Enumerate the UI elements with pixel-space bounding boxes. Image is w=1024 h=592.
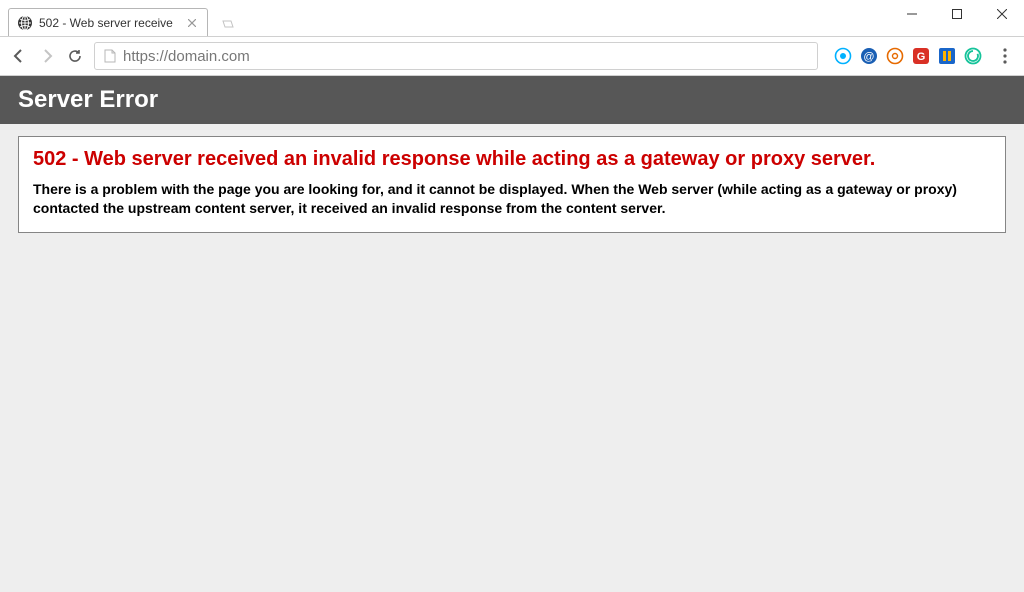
tab-active[interactable]: 502 - Web server receive — [8, 8, 208, 36]
ext-icon-6[interactable] — [964, 47, 982, 65]
svg-text:G: G — [917, 51, 926, 63]
window-minimize-button[interactable] — [889, 0, 934, 28]
globe-icon — [17, 15, 33, 31]
error-box: 502 - Web server received an invalid res… — [18, 136, 1006, 233]
window-maximize-button[interactable] — [934, 0, 979, 28]
url-input[interactable] — [123, 48, 809, 65]
content-wrap: 502 - Web server received an invalid res… — [0, 124, 1024, 245]
svg-text:@: @ — [863, 51, 874, 63]
close-icon[interactable] — [185, 16, 199, 30]
ext-icon-2[interactable]: @ — [860, 47, 878, 65]
tab-strip: 502 - Web server receive — [0, 0, 1024, 36]
browser-menu-button[interactable] — [996, 47, 1014, 65]
omnibox[interactable] — [94, 42, 818, 70]
new-tab-button[interactable] — [216, 14, 240, 34]
page-banner-title: Server Error — [18, 86, 1006, 114]
nav-buttons — [10, 47, 84, 65]
error-heading: 502 - Web server received an invalid res… — [33, 147, 991, 172]
ext-icon-5[interactable] — [938, 47, 956, 65]
forward-button[interactable] — [38, 47, 56, 65]
window-controls — [889, 0, 1024, 28]
error-banner: Server Error — [0, 76, 1024, 124]
browser-toolbar: @ G — [0, 36, 1024, 76]
ext-icon-3[interactable] — [886, 47, 904, 65]
tab-title: 502 - Web server receive — [39, 16, 179, 30]
page-icon — [103, 49, 117, 63]
ext-icon-1[interactable] — [834, 47, 852, 65]
extensions-tray: @ G — [828, 47, 982, 65]
window-close-button[interactable] — [979, 0, 1024, 28]
ext-icon-4[interactable]: G — [912, 47, 930, 65]
page-viewport: Server Error 502 - Web server received a… — [0, 76, 1024, 592]
reload-button[interactable] — [66, 47, 84, 65]
error-body: There is a problem with the page you are… — [33, 180, 991, 218]
back-button[interactable] — [10, 47, 28, 65]
